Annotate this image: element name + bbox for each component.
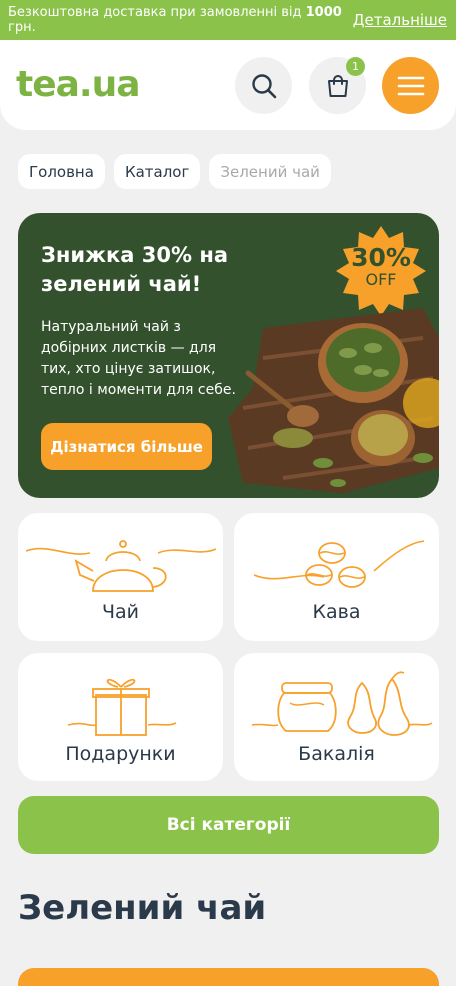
breadcrumb: Головна Каталог Зелений чай — [18, 154, 331, 189]
promo-message-suffix: грн. — [8, 20, 36, 35]
orange-panel — [18, 968, 439, 986]
breadcrumb-current: Зелений чай — [209, 154, 331, 189]
hamburger-menu-icon — [397, 76, 424, 95]
category-coffee-label: Кава — [312, 601, 361, 623]
site-logo[interactable]: tea.ua — [16, 64, 141, 105]
category-gifts[interactable]: Подарунки — [18, 653, 223, 781]
badge-percent: 30% — [351, 243, 411, 272]
promo-message-prefix: Безкоштовна доставка при замовленні від — [8, 5, 306, 20]
category-coffee[interactable]: Кава — [234, 513, 439, 641]
search-icon — [251, 73, 276, 98]
learn-more-button[interactable]: Дізнатися більше — [41, 423, 212, 470]
page-title: Зелений чай — [18, 888, 267, 928]
promo-bar: Безкоштовна доставка при замовленні від … — [0, 0, 456, 40]
promo-banner: Знижка 30% на зелений чай! Натуральний ч… — [18, 213, 439, 498]
promo-details-link[interactable]: Детальніше — [353, 11, 447, 29]
shopping-bag-icon — [327, 74, 348, 97]
breadcrumb-home[interactable]: Головна — [18, 154, 105, 189]
category-tea-label: Чай — [101, 601, 140, 623]
category-grocery[interactable]: Бакалія — [234, 653, 439, 781]
cart-count-badge: 1 — [346, 57, 365, 76]
category-grocery-label: Бакалія — [298, 743, 375, 765]
category-tea[interactable]: Чай — [18, 513, 223, 641]
banner-title: Знижка 30% на зелений чай! — [41, 243, 229, 296]
search-button[interactable] — [235, 57, 292, 114]
category-gifts-label: Подарунки — [65, 743, 176, 765]
all-categories-button[interactable]: Всі категорії — [18, 796, 439, 854]
banner-text: Натуральний чай з добірних листків — для… — [41, 319, 236, 398]
site-header: tea.ua 1 — [0, 40, 456, 130]
promo-message: Безкоштовна доставка при замовленні від … — [8, 5, 353, 35]
badge-off: OFF — [365, 270, 397, 289]
menu-button[interactable] — [382, 57, 439, 114]
promo-message-amount: 1000 — [305, 5, 342, 20]
breadcrumb-catalog[interactable]: Каталог — [113, 154, 201, 189]
discount-badge: 30% OFF — [336, 245, 426, 289]
tea-bowls-image — [228, 308, 439, 493]
